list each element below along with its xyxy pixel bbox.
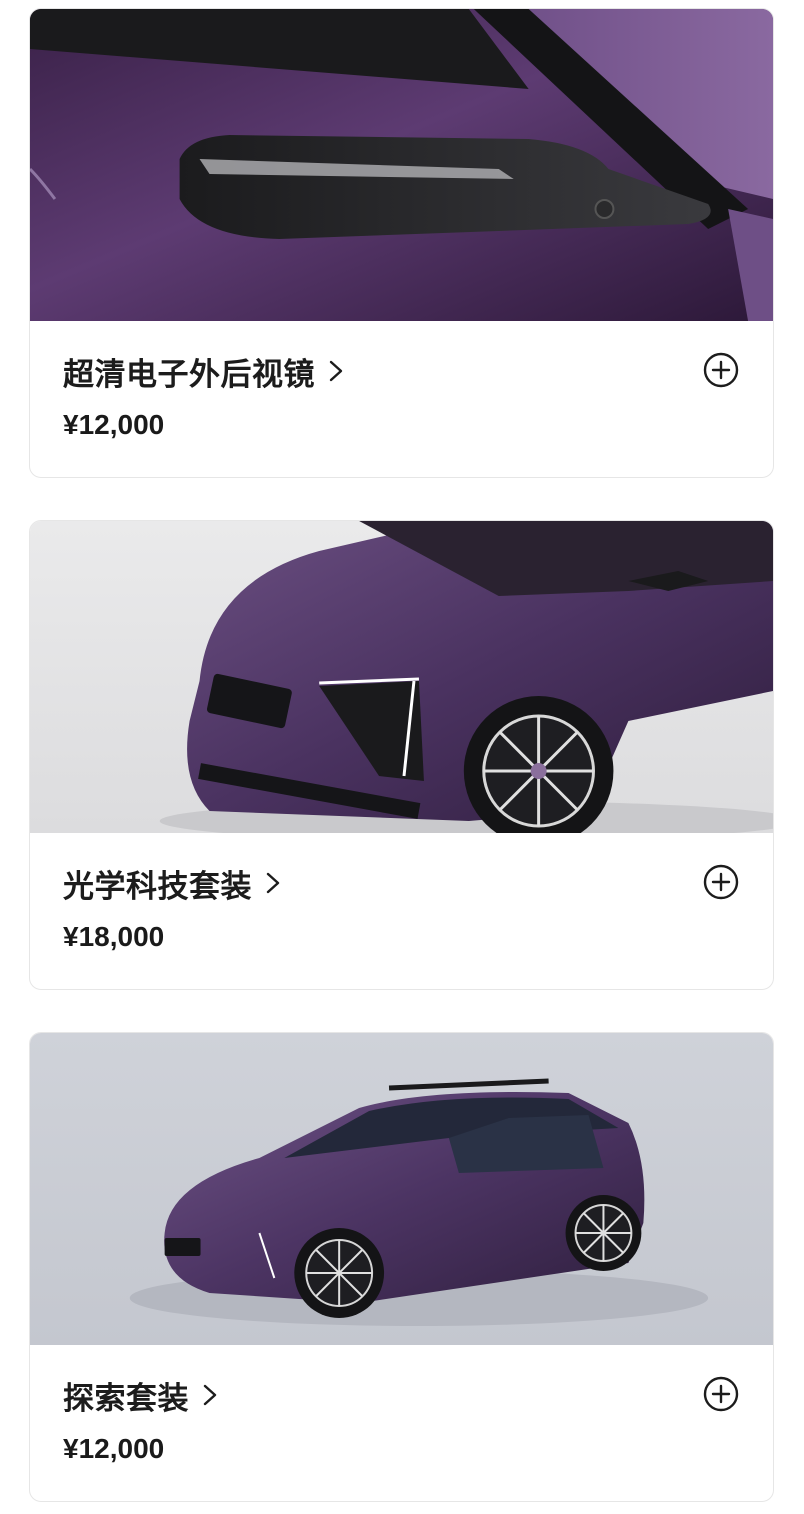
- accessory-card[interactable]: 光学科技套装 ¥18,000: [29, 520, 774, 990]
- accessory-card[interactable]: 超清电子外后视镜 ¥12,000: [29, 8, 774, 478]
- car-side-image: [30, 1033, 773, 1345]
- accessory-info: 探索套装 ¥12,000: [30, 1345, 773, 1501]
- accessory-title: 光学科技套装: [63, 868, 252, 905]
- accessory-price: ¥18,000: [63, 921, 165, 952]
- accessory-title: 超清电子外后视镜: [63, 356, 315, 393]
- accessory-title-link[interactable]: 探索套装: [63, 1375, 219, 1417]
- accessory-info: 光学科技套装 ¥18,000: [30, 833, 773, 989]
- plus-circle-icon[interactable]: [702, 1375, 740, 1413]
- chevron-right-icon: [266, 872, 280, 894]
- plus-circle-icon[interactable]: [702, 863, 740, 901]
- chevron-right-icon: [329, 360, 343, 382]
- accessory-title: 探索套装: [63, 1380, 189, 1417]
- accessory-info: 超清电子外后视镜 ¥12,000: [30, 321, 773, 477]
- accessory-card[interactable]: 探索套装 ¥12,000: [29, 1032, 774, 1502]
- chevron-right-icon: [203, 1384, 217, 1406]
- accessory-price: ¥12,000: [63, 409, 165, 440]
- side-mirror-image: [30, 9, 773, 321]
- accessory-title-link[interactable]: 光学科技套装: [63, 863, 282, 905]
- accessory-list: 超清电子外后视镜 ¥12,000 光学科技套装 ¥18,000 探索套装 ¥12…: [0, 0, 804, 1514]
- accessory-title-link[interactable]: 超清电子外后视镜: [63, 351, 345, 393]
- plus-circle-icon[interactable]: [702, 351, 740, 389]
- car-front-image: [30, 521, 773, 833]
- accessory-price: ¥12,000: [63, 1433, 165, 1464]
